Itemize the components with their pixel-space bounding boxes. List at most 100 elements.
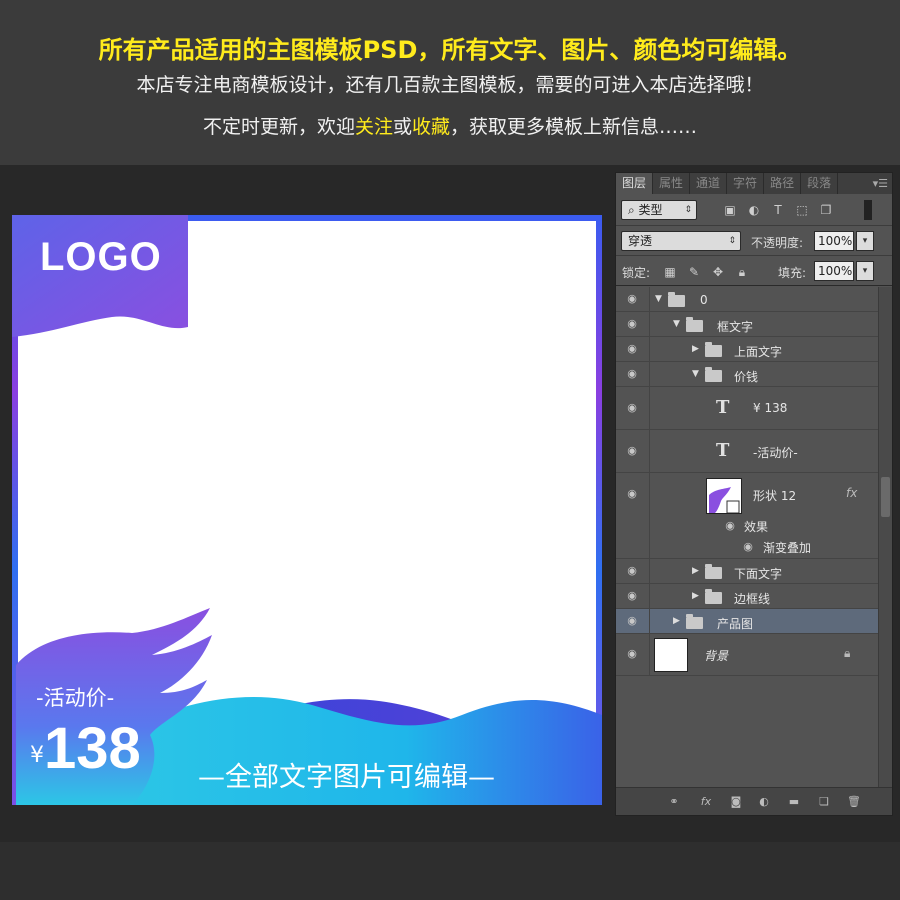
fill-field[interactable]: 100% (814, 261, 854, 281)
lock-all-icon[interactable]: 🔒︎ (734, 264, 750, 280)
new-group-icon[interactable]: ▬ (786, 794, 802, 810)
expand-right-icon[interactable]: ▶ (692, 344, 702, 354)
layer-group-top-text[interactable]: ◉ ▶ 上面文字 (616, 337, 878, 362)
filter-type-icon[interactable]: T (770, 202, 786, 218)
text-layer-icon: T (716, 440, 730, 461)
expand-right-icon[interactable]: ▶ (692, 566, 702, 576)
opacity-label: 不透明度: (751, 236, 804, 250)
folder-icon (705, 342, 722, 357)
layer-background[interactable]: ◉ 背景 🔒︎ (616, 634, 878, 676)
eye-icon[interactable]: ◉ (624, 647, 640, 663)
expand-down-icon[interactable]: ▼ (673, 319, 683, 329)
fx-icon[interactable]: fx (846, 486, 857, 500)
expand-down-icon[interactable]: ▼ (692, 369, 702, 379)
eye-icon[interactable]: ◉ (624, 444, 640, 460)
fill-label: 填充: (778, 266, 807, 280)
eye-icon[interactable]: ◉ (624, 342, 640, 358)
lock-label: 锁定: (622, 266, 651, 280)
layer-group-frame-text[interactable]: ◉ ▼ 框文字 (616, 312, 878, 337)
opacity-field[interactable]: 100% (814, 231, 854, 251)
tab-paths[interactable]: 路径 (764, 173, 802, 194)
layer-text-price-label[interactable]: ◉ T -活动价- (616, 430, 878, 473)
add-style-icon[interactable]: fx (698, 794, 714, 810)
folder-icon (705, 564, 722, 579)
folder-icon (668, 292, 685, 307)
lock-transparent-icon[interactable]: ▦ (662, 264, 678, 280)
panel-menu-icon[interactable]: ▾☰ (873, 177, 892, 190)
filter-kind-label: 类型 (638, 203, 663, 217)
eye-icon[interactable]: ◉ (624, 292, 640, 308)
add-mask-icon[interactable]: ◙ (728, 794, 744, 810)
layer-text-price[interactable]: ◉ T ¥ 138 (616, 387, 878, 430)
eye-icon[interactable]: ◉ (624, 564, 640, 580)
new-layer-icon[interactable]: ❏ (816, 794, 832, 810)
tab-properties[interactable]: 属性 (653, 173, 691, 194)
blend-mode-select[interactable]: 穿透 ⇕ (621, 231, 741, 251)
layer-name: 框文字 (717, 320, 754, 334)
panel-tabs: 图层 属性 通道 字符 路径 段落 ▾☰ (616, 173, 892, 194)
fill-dropdown-icon[interactable]: ▾ (856, 261, 874, 281)
expand-right-icon[interactable]: ▶ (692, 591, 702, 601)
eye-icon[interactable]: ◉ (722, 519, 738, 535)
tab-layers[interactable]: 图层 (616, 173, 654, 194)
layers-list: ◉ ▼ 0 ◉ ▼ 框文字 ◉ ▶ 上面文字 ◉ ▼ 价钱 ◉ T ¥ 138 … (616, 287, 878, 787)
layer-name: 价钱 (734, 370, 759, 384)
eye-icon[interactable]: ◉ (624, 317, 640, 333)
select-arrow-icon: ⇕ (728, 236, 736, 246)
lock-paint-icon[interactable]: ✎ (686, 264, 702, 280)
expand-down-icon[interactable]: ▼ (655, 294, 665, 304)
header-banner: 所有产品适用的主图模板PSD，所有文字、图片、颜色均可编辑。 本店专注电商模板设… (0, 0, 900, 165)
eye-icon[interactable]: ◉ (624, 401, 640, 417)
scrollbar-thumb[interactable] (881, 477, 890, 517)
lock-move-icon[interactable]: ✥ (710, 264, 726, 280)
banner-note-pre: 不定时更新，欢迎 (202, 116, 355, 138)
layer-name: 下面文字 (734, 567, 783, 581)
layer-name: 背景 (704, 649, 729, 663)
delete-layer-icon[interactable]: 🗑︎ (846, 794, 862, 810)
adjustment-layer-icon[interactable]: ◐ (756, 794, 772, 810)
layers-panel: 图层 属性 通道 字符 路径 段落 ▾☰ ⌕ 类型 ⇕ ▣ ◐ T ⬚ ❐ 穿透 ⇕… (615, 172, 893, 816)
expand-right-icon[interactable]: ▶ (673, 616, 683, 626)
background-thumbnail (654, 638, 688, 672)
link-layers-icon[interactable]: ⚭ (666, 794, 682, 810)
document-canvas[interactable]: LOGO -活动价- ¥138 —全部文字图片可编辑— (12, 215, 602, 805)
opacity-dropdown-icon[interactable]: ▾ (856, 231, 874, 251)
layer-group-product[interactable]: ◉ ▶ 产品图 (616, 609, 878, 634)
filter-smart-icon[interactable]: ❐ (818, 202, 834, 218)
filter-pixel-icon[interactable]: ▣ (722, 202, 738, 218)
slogan-text: —全部文字图片可编辑— (198, 762, 495, 793)
layer-name: ¥ 138 (753, 401, 788, 415)
select-arrow-icon: ⇕ (684, 205, 692, 215)
banner-subtitle: 本店专注电商模板设计，还有几百款主图模板，需要的可进入本店选择哦！ (136, 74, 764, 96)
tab-channels[interactable]: 通道 (690, 173, 728, 194)
layer-name: 上面文字 (734, 345, 783, 359)
layer-group-border[interactable]: ◉ ▶ 边框线 (616, 584, 878, 609)
tab-paragraph[interactable]: 段落 (801, 173, 839, 194)
filter-toggle-icon[interactable] (864, 200, 872, 220)
layer-shape-12[interactable]: ◉ 形状 12 fx ◉ 效果 ◉ 渐变叠加 (616, 473, 878, 559)
filter-kind-select[interactable]: ⌕ 类型 ⇕ (621, 200, 697, 220)
folder-icon (705, 367, 722, 382)
layer-group-bottom-text[interactable]: ◉ ▶ 下面文字 (616, 559, 878, 584)
filter-adjust-icon[interactable]: ◐ (746, 202, 762, 218)
layer-name: -活动价- (753, 446, 798, 460)
layers-scrollbar[interactable] (878, 287, 892, 787)
layer-name: 产品图 (717, 617, 754, 631)
layer-group-price[interactable]: ◉ ▼ 价钱 (616, 362, 878, 387)
banner-follow: 关注 (354, 116, 393, 138)
eye-icon[interactable]: ◉ (624, 589, 640, 605)
eye-icon[interactable]: ◉ (624, 487, 640, 503)
effects-label: 效果 (744, 520, 769, 534)
filter-row: ⌕ 类型 ⇕ ▣ ◐ T ⬚ ❐ (616, 194, 892, 226)
eye-icon[interactable]: ◉ (740, 540, 756, 556)
layer-name: 0 (700, 293, 708, 307)
blend-row: 穿透 ⇕ 不透明度: 100% ▾ (616, 226, 892, 256)
filter-shape-icon[interactable]: ⬚ (794, 202, 810, 218)
banner-note-post: ，获取更多模板上新信息…… (450, 116, 698, 138)
folder-icon (705, 589, 722, 604)
layers-footer: ⚭ fx ◙ ◐ ▬ ❏ 🗑︎ (616, 787, 892, 815)
eye-icon[interactable]: ◉ (624, 367, 640, 383)
layer-group-0[interactable]: ◉ ▼ 0 (616, 287, 878, 312)
tab-character[interactable]: 字符 (727, 173, 765, 194)
eye-icon[interactable]: ◉ (624, 614, 640, 630)
